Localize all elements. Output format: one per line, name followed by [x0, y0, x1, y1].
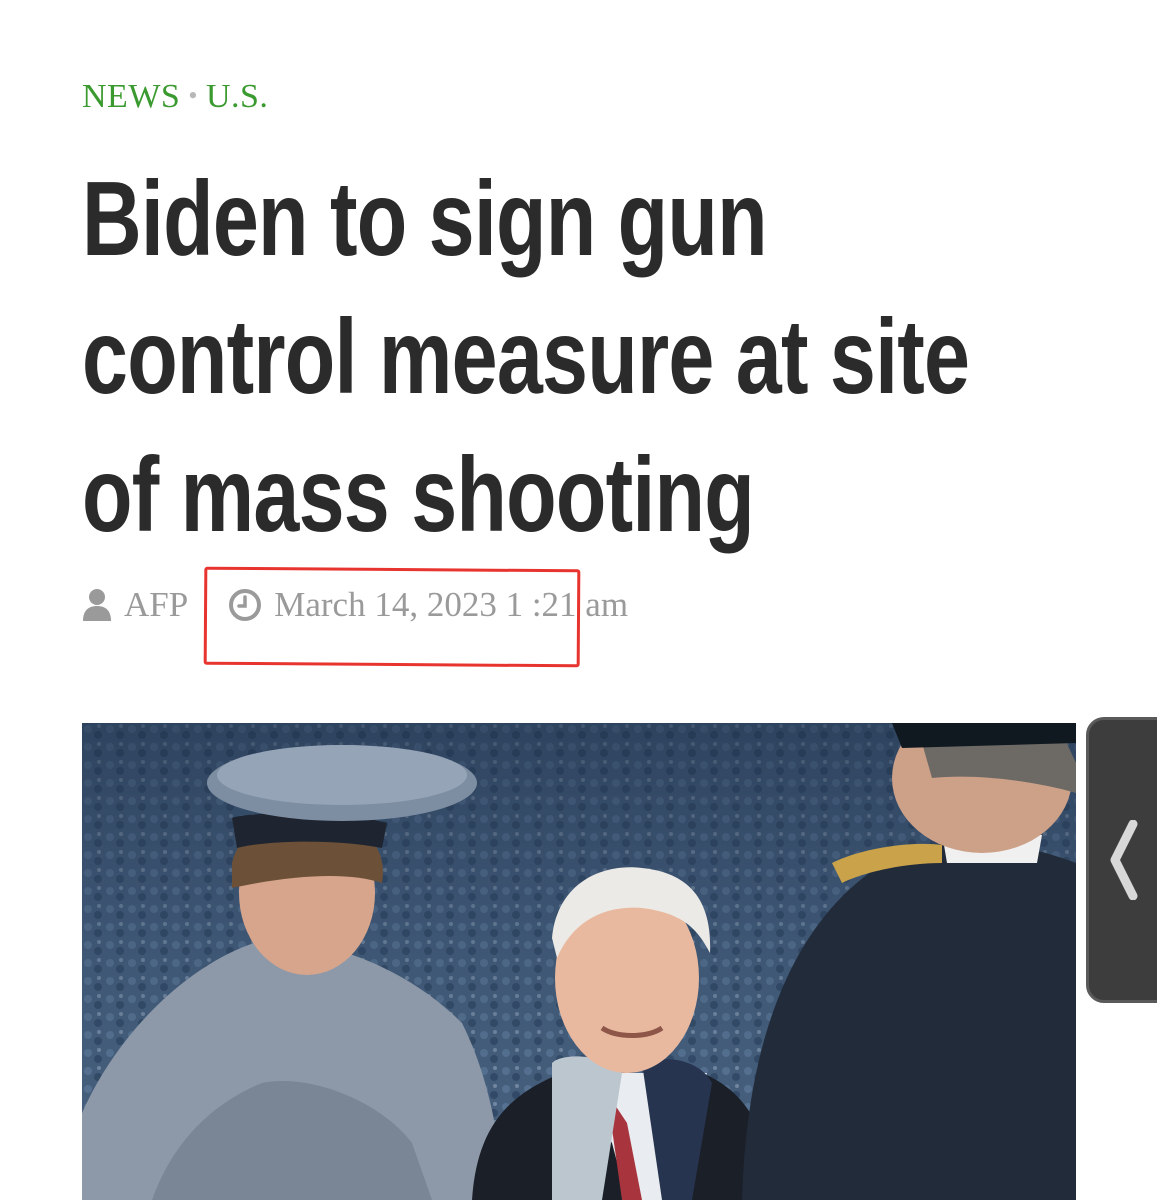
- author-name[interactable]: AFP: [124, 585, 188, 625]
- user-icon: [83, 589, 111, 621]
- category-link-us[interactable]: U.S.: [206, 78, 268, 115]
- sidebar-toggle-tab[interactable]: [1086, 717, 1157, 1003]
- breadcrumb-separator: •: [188, 81, 198, 110]
- article-headline: Biden to sign gun control measure at sit…: [82, 160, 970, 554]
- chevron-left-icon: [1110, 820, 1138, 900]
- breadcrumb: NEWS • U.S.: [82, 78, 268, 116]
- article-page: NEWS • U.S. Biden to sign gun control meas…: [0, 0, 1157, 1200]
- category-link-news[interactable]: NEWS: [82, 78, 180, 115]
- article-photo: [82, 723, 1076, 1200]
- annotation-highlight-box: [203, 566, 581, 668]
- photo-illustration: [82, 723, 1076, 1200]
